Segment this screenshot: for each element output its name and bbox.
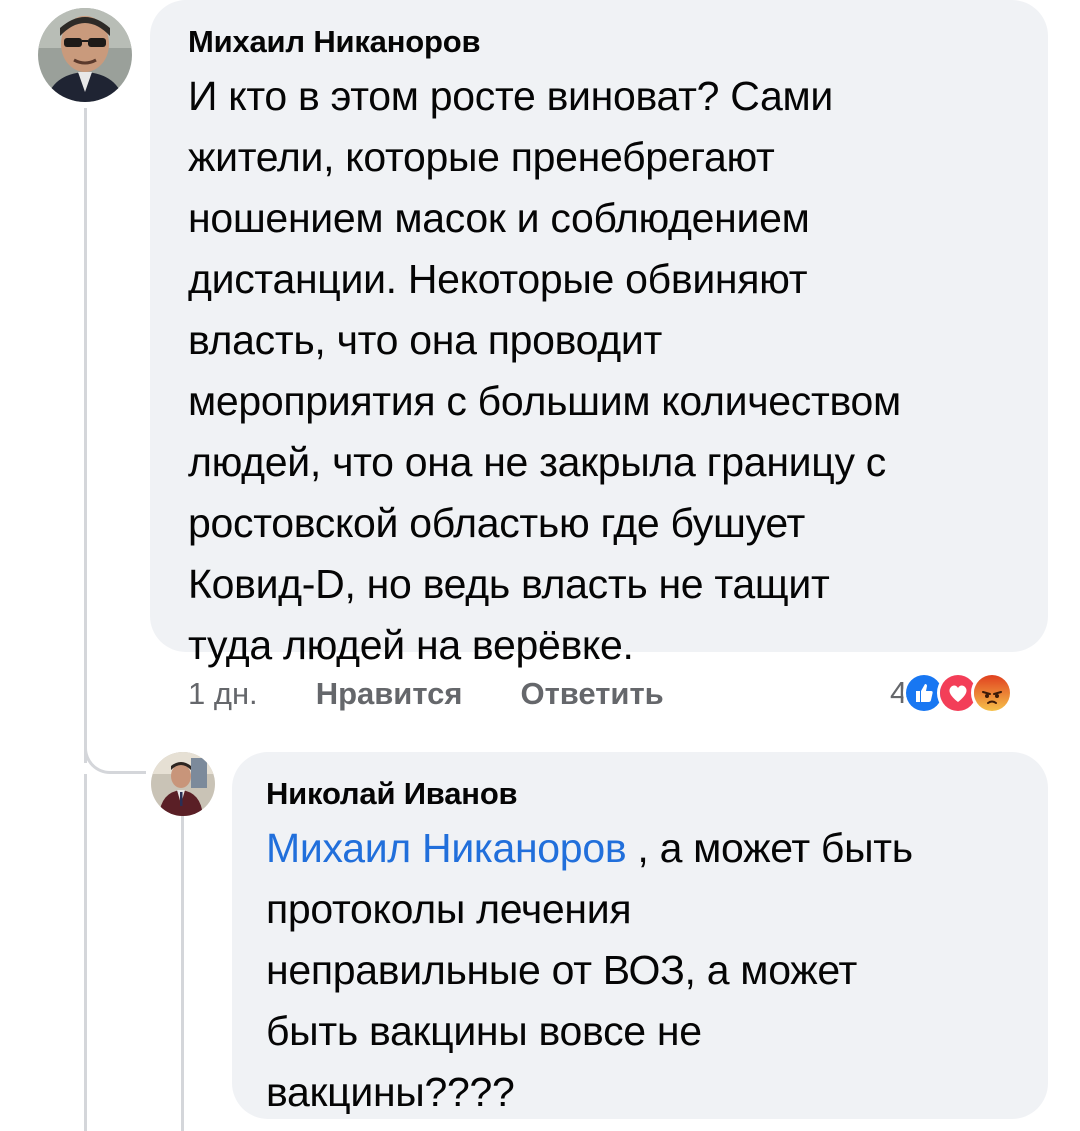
reply-text-line: неправильные от ВОЗ, а может <box>266 947 857 993</box>
reply-text-line: вакцины???? <box>266 1069 515 1115</box>
comment-text-line: Ковид-D, но ведь власть не тащит <box>188 561 830 607</box>
reply-text: Михаил Никаноров , а может быть протокол… <box>266 818 1028 1123</box>
mention-link[interactable]: Михаил Никаноров <box>266 825 627 871</box>
reply-text-line: быть вакцины вовсе не <box>266 1008 702 1054</box>
comment-text-line: ношением масок и соблюдением <box>188 195 810 241</box>
reply-connector-curve <box>84 730 146 774</box>
comment-text-line: туда людей на верёвке. <box>188 622 634 668</box>
comment-text-line: власть, что она проводит <box>188 317 662 363</box>
comment-text-line: И кто в этом росте виноват? Сами <box>188 73 833 119</box>
thread-connector-line <box>84 108 87 763</box>
avatar-photo <box>38 8 132 102</box>
reply-button[interactable]: Ответить <box>520 676 663 712</box>
reply-text-line: протоколы лечения <box>266 886 632 932</box>
reply-author-name[interactable]: Николай Иванов <box>266 776 1028 812</box>
reaction-summary[interactable]: 4 <box>890 670 1014 716</box>
comment-bubble: Михаил Никаноров И кто в этом росте вино… <box>150 0 1048 668</box>
comment-text: И кто в этом росте виноват? Сами жители,… <box>188 66 1028 676</box>
comment-text-line: жители, которые пренебрегают <box>188 134 775 180</box>
comment-text-line: мероприятия с большим количеством <box>188 378 901 424</box>
comment-actions: 1 дн. Нравится Ответить <box>188 674 722 714</box>
comment-author-avatar[interactable] <box>38 8 132 102</box>
thread-connector-line-lower <box>84 774 87 1131</box>
comment-text-line: людей, что она не закрыла границу с <box>188 439 886 485</box>
avatar-photo <box>151 752 215 816</box>
like-button[interactable]: Нравится <box>316 676 463 712</box>
comment-text-line: ростовской областью где бушует <box>188 500 805 546</box>
comment-author-name[interactable]: Михаил Никаноров <box>188 24 1028 60</box>
reply-bubble: Николай Иванов Михаил Никаноров , а може… <box>232 752 1048 1119</box>
comment-text-line: дистанции. Некоторые обвиняют <box>188 256 808 302</box>
reply-thread-line <box>181 815 184 1131</box>
reply-text-line: Михаил Никаноров , а может быть <box>266 818 1028 879</box>
comment-timestamp[interactable]: 1 дн. <box>188 676 258 712</box>
reply-text-fragment: , а может быть <box>626 825 913 871</box>
angry-icon <box>971 672 1014 714</box>
reply-author-avatar[interactable] <box>151 752 215 816</box>
